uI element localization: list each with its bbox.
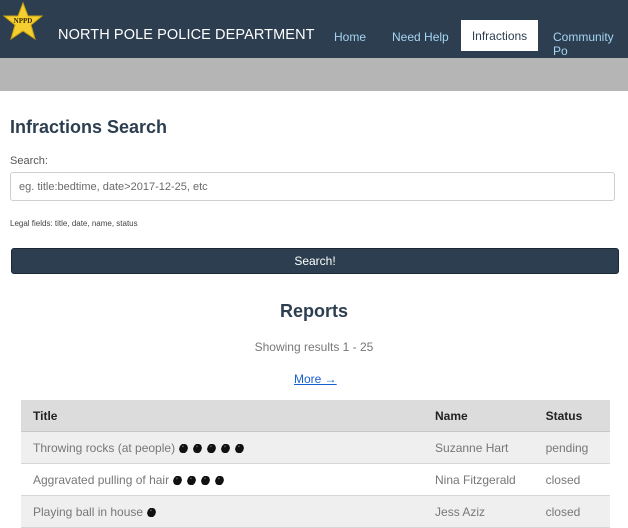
reports-title: Reports bbox=[279, 301, 348, 321]
row-title[interactable]: Throwing rocks (at people) bbox=[33, 441, 175, 455]
table-row[interactable]: Playing ball in house Jess Aziz closed bbox=[21, 495, 610, 528]
row-title[interactable]: Aggravated pulling of hair bbox=[33, 473, 169, 487]
legal-fields-hint: Legal fields: title, date, name, status bbox=[10, 219, 138, 228]
grey-banner bbox=[0, 58, 628, 91]
results-count: Showing results 1 - 25 bbox=[254, 340, 374, 354]
coal-rating bbox=[169, 473, 225, 487]
column-header-status[interactable]: Status bbox=[533, 400, 610, 432]
search-button[interactable]: Search! bbox=[11, 248, 619, 274]
coal-rating bbox=[175, 441, 245, 455]
row-title-cell[interactable]: Aggravated pulling of hair bbox=[21, 463, 424, 496]
nav-community-policing[interactable]: Community Po bbox=[553, 30, 628, 58]
reports-table: Title Name Status Throwing rocks (at peo… bbox=[21, 400, 610, 528]
table-row[interactable]: Aggravated pulling of hair Nina Fitzgera… bbox=[21, 463, 610, 496]
coal-lump-icon bbox=[221, 443, 231, 453]
row-name: Suzanne Hart bbox=[423, 431, 534, 464]
coal-rating bbox=[143, 505, 157, 519]
nav-need-help[interactable]: Need Help bbox=[392, 30, 449, 44]
nav-infractions[interactable]: Infractions bbox=[461, 20, 538, 51]
page-title: Infractions Search bbox=[10, 117, 168, 137]
table-header-row: Title Name Status bbox=[21, 400, 610, 432]
row-title[interactable]: Playing ball in house bbox=[33, 505, 143, 519]
column-header-name[interactable]: Name bbox=[423, 400, 534, 432]
brand-title[interactable]: NORTH POLE POLICE DEPARTMENT bbox=[58, 27, 315, 43]
coal-lump-icon bbox=[173, 475, 183, 485]
nav-home[interactable]: Home bbox=[334, 30, 366, 44]
coal-lump-icon bbox=[215, 475, 225, 485]
coal-lump-icon bbox=[207, 443, 217, 453]
navbar: NPPD NORTH POLE POLICE DEPARTMENT Home N… bbox=[0, 0, 628, 58]
coal-lump-icon bbox=[201, 475, 211, 485]
search-input[interactable] bbox=[10, 172, 615, 201]
column-header-title[interactable]: Title bbox=[21, 400, 424, 432]
search-label: Search: bbox=[10, 155, 48, 167]
coal-lump-icon bbox=[235, 443, 245, 453]
star-badge-icon[interactable]: NPPD bbox=[3, 2, 43, 42]
more-link[interactable]: More → bbox=[294, 372, 337, 386]
badge-text: NPPD bbox=[14, 17, 33, 25]
nav-infractions-label: Infractions bbox=[471, 28, 528, 43]
row-title-cell[interactable]: Throwing rocks (at people) bbox=[21, 431, 424, 464]
coal-lump-icon bbox=[147, 507, 157, 517]
coal-lump-icon bbox=[179, 443, 189, 453]
row-status: closed bbox=[533, 495, 610, 528]
row-status: closed bbox=[533, 463, 610, 496]
row-title-cell[interactable]: Playing ball in house bbox=[21, 495, 424, 528]
table-row[interactable]: Throwing rocks (at people) Suzanne Hart … bbox=[21, 431, 610, 464]
row-name: Nina Fitzgerald bbox=[423, 463, 534, 496]
coal-lump-icon bbox=[187, 475, 197, 485]
row-status: pending bbox=[533, 431, 610, 464]
coal-lump-icon bbox=[193, 443, 203, 453]
row-name: Jess Aziz bbox=[423, 495, 534, 528]
